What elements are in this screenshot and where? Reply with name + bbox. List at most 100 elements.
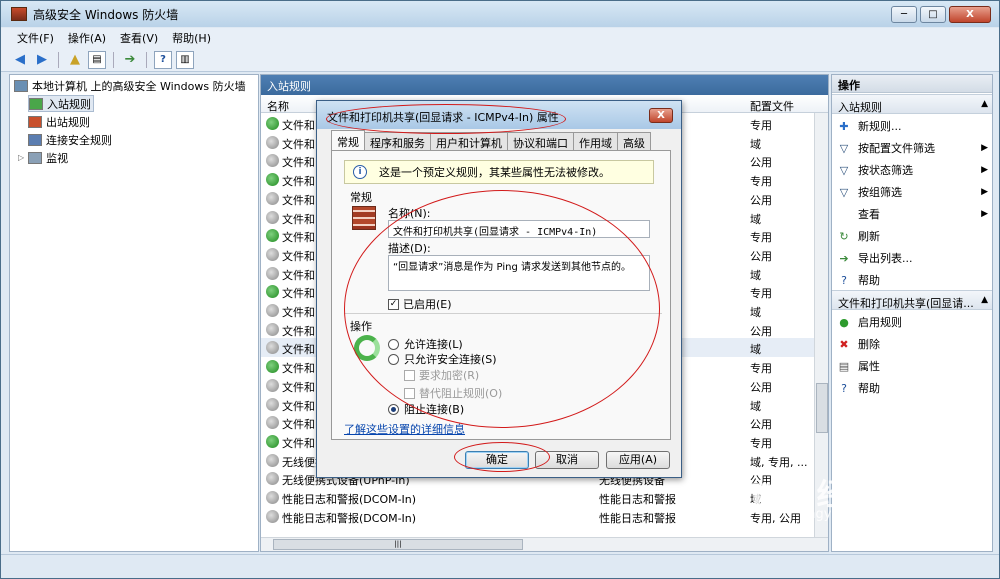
rule-profile: 专用 [750, 231, 772, 245]
description-field[interactable]: “回显请求”消息是作为 Ping 请求发送到其他节点的。 [388, 255, 650, 291]
dialog-title[interactable]: 文件和打印机共享(回显请求 - ICMPv4-In) 属性 [317, 101, 681, 129]
disabled-rule-icon [266, 266, 279, 280]
console-tree-icon[interactable]: ▤ [88, 50, 106, 69]
allow-secure-radio[interactable]: 只允许安全连接(S) [388, 351, 497, 367]
rule-name: 文件和 [282, 137, 315, 151]
rule-name: 文件和 [282, 212, 315, 226]
rule-profile: 域 [750, 343, 761, 357]
close-button[interactable]: X [949, 6, 991, 23]
filter-icon: ▽ [839, 141, 849, 155]
actions-section-rule[interactable]: 文件和打印机共享(回显请... ▲ [832, 290, 992, 310]
help-icon[interactable]: ? [154, 50, 172, 69]
apply-button[interactable]: 应用(A) [606, 451, 670, 469]
enabled-rule-icon [266, 360, 279, 374]
menu-action[interactable]: 操作(A) [68, 30, 106, 46]
title-bar[interactable]: 高级安全 Windows 防火墙 ─ □ X [1, 1, 999, 27]
action-item[interactable]: ✚ 新规则... [836, 116, 990, 136]
tree-item-inbound[interactable]: 入站规则 [28, 95, 94, 112]
name-field[interactable]: 文件和打印机共享(回显请求 - ICMPv4-In) [388, 220, 650, 238]
up-folder-icon[interactable]: ▲ [66, 51, 84, 69]
tab-programs[interactable]: 程序和服务 [364, 132, 431, 150]
rule-profile: 公用 [750, 380, 772, 394]
action-item[interactable]: ? 帮助 [836, 378, 990, 398]
action-item[interactable]: 查看 ▶ [836, 204, 990, 224]
delete-icon: ✖ [839, 337, 849, 351]
actions-section-inbound[interactable]: 入站规则 ▲ [832, 94, 992, 114]
disabled-rule-icon [266, 453, 279, 467]
disabled-rule-icon [266, 397, 279, 411]
menu-file[interactable]: 文件(F) [17, 30, 54, 46]
action-recycle-icon [354, 335, 380, 361]
action-item[interactable]: ▽ 按组筛选 ▶ [836, 182, 990, 202]
table-row[interactable]: 性能日志和警报(DCOM-In) 性能日志和警报域 [261, 488, 816, 507]
disabled-rule-icon [266, 304, 279, 317]
rule-profile: 公用 [750, 324, 772, 338]
rule-profile: 域, 专用, ... [750, 455, 808, 469]
rule-profile: 域 [750, 306, 761, 319]
table-row[interactable]: 性能日志和警报(DCOM-In) 性能日志和警报 专用, 公用 [261, 507, 816, 526]
rule-name: 文件和 [282, 119, 315, 132]
back-arrow-icon[interactable]: ◀ [11, 51, 29, 69]
action-item[interactable]: ↻ 刷新 [836, 226, 990, 246]
action-item[interactable]: ● 启用规则 [836, 312, 990, 332]
rule-profile: 专用 [750, 119, 772, 132]
maximize-button[interactable]: □ [920, 6, 946, 23]
action-item[interactable]: ➔ 导出列表... [836, 248, 990, 268]
require-encryption-checkbox[interactable]: 要求加密(R) [404, 367, 479, 383]
action-group-label: 操作 [350, 320, 372, 333]
rule-name: 文件和 [282, 231, 315, 245]
description-label: 描述(D): [388, 242, 431, 255]
enabled-checkbox[interactable]: ✓ 已启用(E) [388, 296, 452, 312]
rule-profile: 公用 [750, 193, 772, 207]
ok-button[interactable]: 确定 [465, 451, 529, 469]
expand-icon[interactable]: ▷ [18, 153, 24, 162]
tree-root[interactable]: 本地计算机 上的高级安全 Windows 防火墙 [14, 77, 246, 94]
block-connection-radio[interactable]: 阻止连接(B) [388, 401, 464, 417]
panel-icon[interactable]: ▥ [176, 50, 194, 69]
rule-group: 性能日志和警报 [599, 493, 676, 506]
general-tab-panel: i 这是一个预定义规则，其某些属性无法被修改。 常规 名称(N): 文件和打印机… [331, 150, 671, 440]
action-item[interactable]: ▽ 按配置文件筛选 ▶ [836, 138, 990, 158]
horizontal-scrollbar[interactable]: ||| [261, 537, 828, 551]
tree-item-outbound[interactable]: 出站规则 [28, 113, 90, 130]
action-item[interactable]: ✖ 删除 [836, 334, 990, 354]
column-profile[interactable]: 配置文件 [750, 98, 794, 114]
filter-icon: ▽ [839, 163, 849, 177]
menu-view[interactable]: 查看(V) [120, 30, 158, 46]
tab-general[interactable]: 常规 [331, 130, 365, 150]
cancel-button[interactable]: 取消 [535, 451, 599, 469]
export-icon[interactable]: ➔ [121, 51, 139, 69]
firewall-icon [14, 79, 28, 92]
rule-profile: 域 [750, 212, 761, 226]
action-item[interactable]: ? 帮助 [836, 270, 990, 290]
enabled-rule-icon [266, 434, 279, 448]
column-name[interactable]: 名称 [267, 98, 289, 114]
tab-scope[interactable]: 作用域 [573, 132, 618, 150]
forward-arrow-icon[interactable]: ▶ [33, 51, 51, 69]
menu-help[interactable]: 帮助(H) [172, 30, 211, 46]
enabled-rule-icon [266, 173, 279, 187]
refresh-icon: ↻ [839, 229, 849, 243]
tree-item-connection-security[interactable]: 连接安全规则 [28, 131, 112, 148]
disabled-rule-icon [266, 509, 279, 523]
rule-name: 性能日志和警报(DCOM-In) [282, 493, 417, 506]
rule-name: 文件和 [282, 380, 315, 394]
rule-name: 文件和 [282, 436, 315, 450]
tab-users[interactable]: 用户和计算机 [430, 132, 508, 150]
disabled-rule-icon [266, 191, 279, 205]
action-item[interactable]: ▽ 按状态筛选 ▶ [836, 160, 990, 180]
tab-protocols[interactable]: 协议和端口 [507, 132, 574, 150]
export-icon: ➔ [839, 251, 849, 265]
rule-name: 文件和 [282, 324, 315, 338]
rule-profile: 专用 [750, 175, 772, 189]
tab-advanced[interactable]: 高级 [617, 132, 651, 150]
tree-item-monitor[interactable]: ▷ 监视 [18, 149, 68, 166]
learn-more-link[interactable]: 了解这些设置的详细信息 [344, 421, 465, 437]
action-item[interactable]: ▤ 属性 [836, 356, 990, 376]
dialog-close-button[interactable]: X [649, 108, 673, 123]
rule-name: 文件和 [282, 193, 315, 207]
allow-connection-radio[interactable]: 允许连接(L) [388, 336, 463, 352]
rule-profile: 公用 [750, 156, 772, 170]
minimize-button[interactable]: ─ [891, 6, 917, 23]
override-block-checkbox[interactable]: 替代阻止规则(O) [404, 385, 502, 401]
